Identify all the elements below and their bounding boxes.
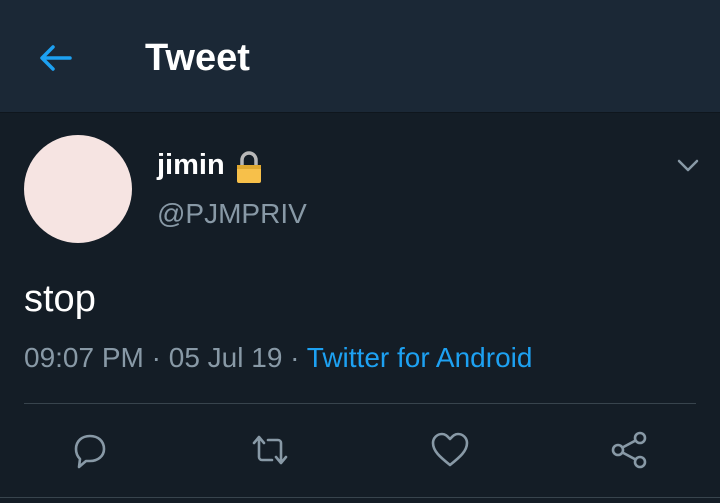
share-icon [611, 431, 647, 469]
display-name[interactable]: jimin [157, 148, 225, 182]
tweet-date: 05 Jul 19 [168, 342, 283, 373]
avatar[interactable] [24, 135, 132, 243]
retweet-icon [252, 435, 288, 465]
retweet-button[interactable] [248, 428, 292, 472]
chevron-down-icon [677, 159, 699, 172]
meta-separator: · [151, 342, 161, 373]
tweet-metadata: 09:07 PM · 05 Jul 19 · Twitter for Andro… [24, 340, 532, 376]
page-title: Tweet [145, 37, 250, 79]
reply-icon [74, 434, 106, 469]
tweet-source-link[interactable]: Twitter for Android [307, 342, 533, 373]
reply-button[interactable] [68, 428, 112, 472]
like-button[interactable] [428, 428, 472, 472]
meta-separator: · [290, 342, 300, 373]
heart-icon [431, 432, 469, 467]
divider [24, 403, 696, 404]
divider [0, 497, 720, 498]
back-button[interactable] [34, 36, 78, 80]
tweet-time: 09:07 PM [24, 342, 144, 373]
share-button[interactable] [608, 428, 652, 472]
tweet-text: stop [24, 278, 96, 320]
tweet-options-button[interactable] [672, 150, 704, 182]
top-app-bar: Tweet [0, 0, 720, 113]
user-handle[interactable]: @PJMPRIV [157, 197, 307, 231]
arrow-left-icon [40, 45, 72, 71]
lock-icon [233, 150, 265, 184]
